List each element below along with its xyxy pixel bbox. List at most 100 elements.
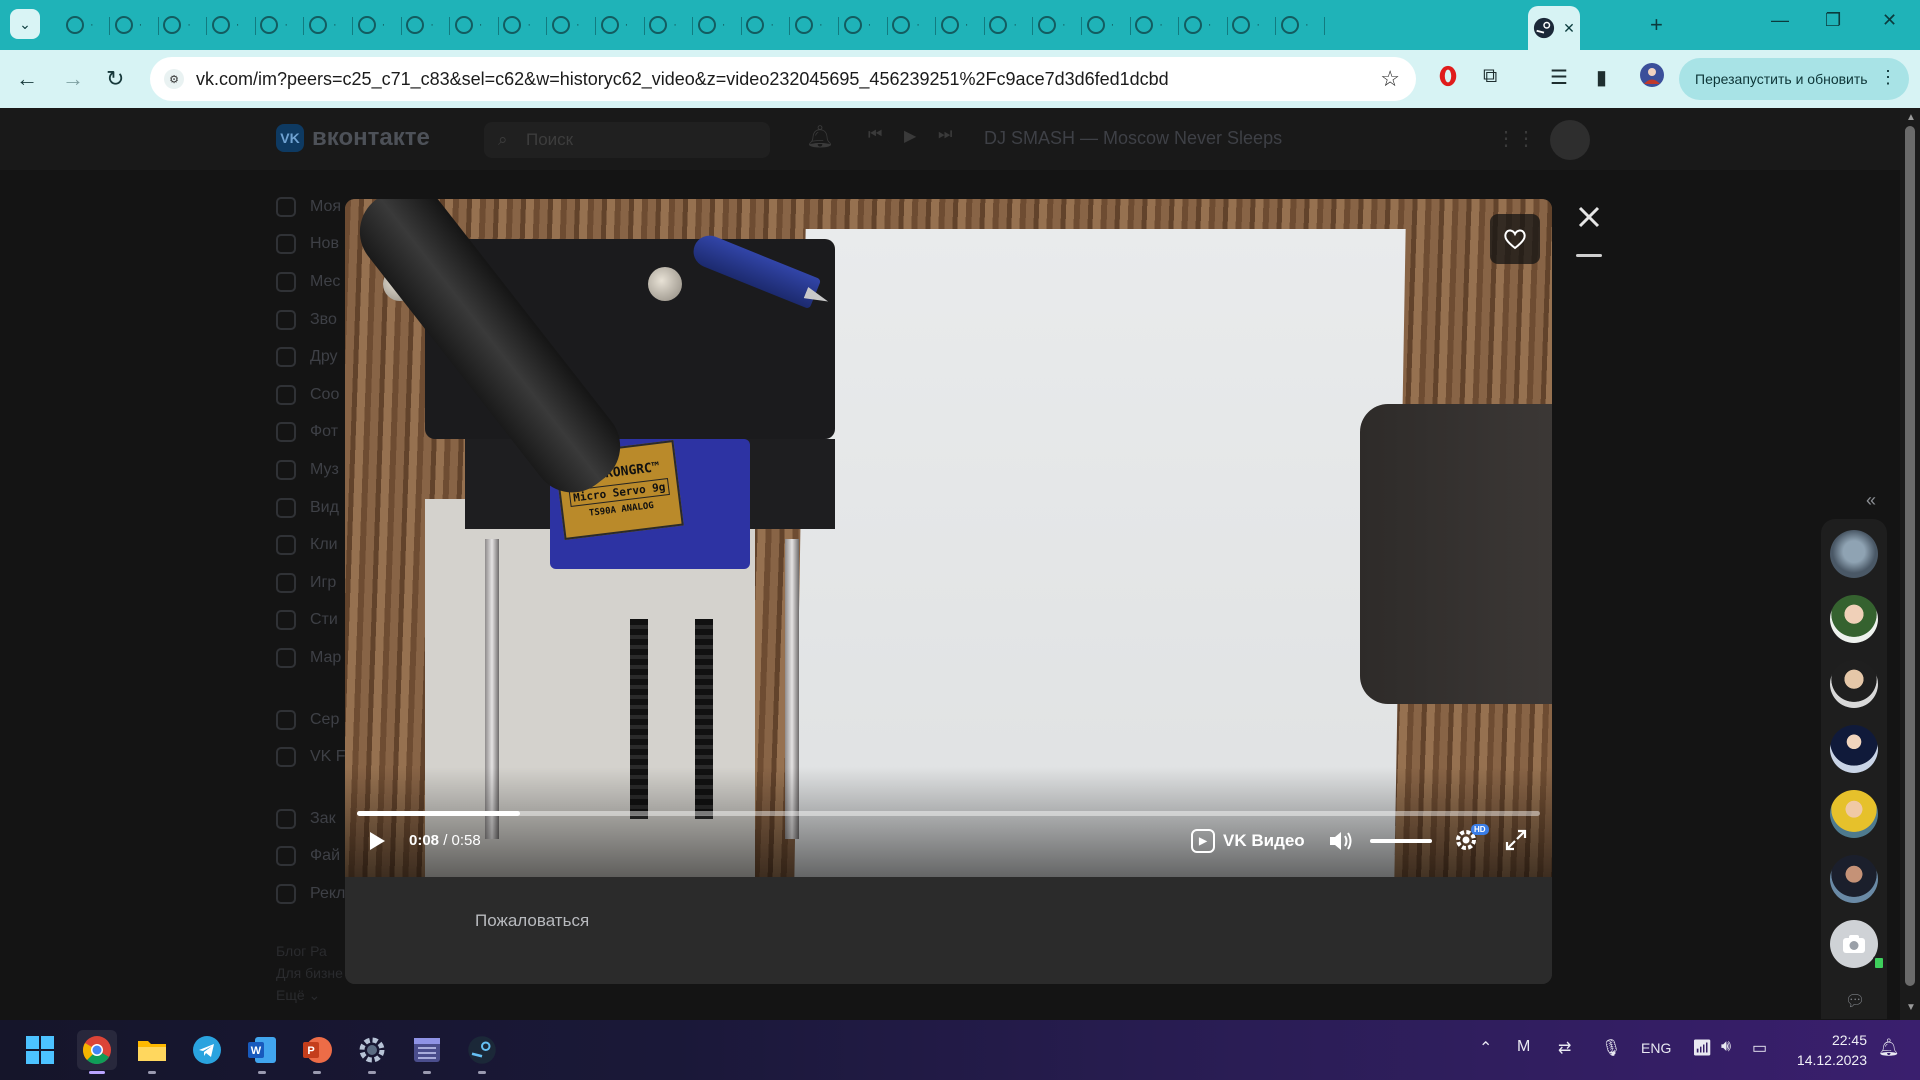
browser-tab[interactable]: · bbox=[445, 9, 499, 41]
play-button[interactable] bbox=[365, 827, 389, 855]
browser-tab[interactable]: · bbox=[688, 9, 742, 41]
chat-bubble-icon[interactable]: 💬︎ bbox=[1845, 991, 1865, 1011]
volume-button[interactable] bbox=[1328, 829, 1354, 858]
vk-video-link[interactable]: ▶ VK Видео bbox=[1191, 829, 1305, 853]
browser-tab[interactable]: · bbox=[493, 9, 548, 41]
browser-tab[interactable]: · bbox=[882, 9, 937, 41]
close-icon[interactable]: · bbox=[139, 19, 143, 31]
media-control-icon[interactable]: ☰ bbox=[1550, 65, 1568, 90]
vk-search-input[interactable]: ⌕ Поиск bbox=[484, 122, 770, 158]
site-info-icon[interactable]: ⚙ bbox=[164, 69, 184, 89]
browser-tab[interactable]: · bbox=[153, 9, 208, 41]
side-panel-icon[interactable]: ▮ bbox=[1596, 65, 1607, 90]
browser-tab[interactable]: · bbox=[105, 9, 159, 41]
video-frame[interactable]: TIANKONGRC™ Micro Servo 9g TS90A ANALOG … bbox=[345, 199, 1552, 877]
tab-search-button[interactable]: ⌄ bbox=[10, 9, 40, 39]
taskbar-calendar-app[interactable] bbox=[407, 1030, 447, 1074]
chat-avatar-6[interactable] bbox=[1830, 855, 1878, 903]
close-icon[interactable]: · bbox=[722, 19, 726, 31]
browser-tab[interactable]: · bbox=[979, 9, 1034, 41]
close-icon[interactable]: · bbox=[236, 19, 240, 31]
chat-avatar-camera[interactable] bbox=[1830, 920, 1885, 970]
extensions-icon[interactable]: ⧉ bbox=[1483, 65, 1497, 88]
chat-avatar-1[interactable] bbox=[1830, 530, 1878, 578]
bookmark-star-icon[interactable]: ☆ bbox=[1380, 66, 1400, 92]
vk-logo[interactable]: VK вконтакте bbox=[276, 124, 430, 152]
browser-tab[interactable]: · bbox=[396, 9, 451, 41]
taskbar-telegram[interactable] bbox=[187, 1030, 227, 1070]
notification-bell-icon[interactable]: 🔔︎ bbox=[1878, 1038, 1900, 1058]
wifi-icon[interactable]: 📶︎ bbox=[1692, 1038, 1712, 1058]
chat-avatar-4[interactable] bbox=[1830, 725, 1878, 773]
close-icon[interactable]: · bbox=[819, 19, 823, 31]
browser-tab[interactable]: · bbox=[1271, 9, 1325, 41]
browser-tab[interactable]: · bbox=[834, 9, 888, 41]
minimize-window-button[interactable]: — bbox=[1771, 10, 1789, 31]
close-icon[interactable]: · bbox=[916, 19, 920, 31]
close-icon[interactable]: · bbox=[770, 19, 774, 31]
next-track-icon[interactable]: ⏭ bbox=[938, 126, 952, 144]
close-icon[interactable]: · bbox=[868, 19, 872, 31]
close-icon[interactable]: · bbox=[1013, 19, 1017, 31]
minimize-modal-button[interactable] bbox=[1576, 254, 1602, 257]
footer-more-link[interactable]: Ещё ⌄ bbox=[276, 984, 343, 1006]
chat-avatar-3[interactable] bbox=[1830, 660, 1878, 708]
taskbar-file-explorer[interactable] bbox=[132, 1030, 172, 1074]
system-clock[interactable]: 22:45 14.12.2023 bbox=[1793, 1030, 1867, 1070]
close-icon[interactable]: · bbox=[1062, 19, 1066, 31]
browser-tab[interactable]: · bbox=[250, 9, 305, 41]
microphone-icon[interactable]: 🎙︎ bbox=[1601, 1038, 1621, 1058]
windows-start-button[interactable] bbox=[20, 1030, 60, 1070]
close-icon[interactable]: · bbox=[430, 19, 434, 31]
browser-tab[interactable]: · bbox=[736, 9, 791, 41]
browser-tab[interactable]: · bbox=[639, 9, 694, 41]
footer-business-link[interactable]: Для бизне bbox=[276, 962, 343, 984]
browser-tab[interactable]: · bbox=[56, 9, 110, 41]
browser-tab[interactable]: · bbox=[348, 9, 402, 41]
back-button[interactable]: ← bbox=[16, 66, 38, 92]
close-icon[interactable]: · bbox=[1305, 19, 1309, 31]
new-tab-button[interactable]: + bbox=[1650, 12, 1663, 38]
tab-active[interactable]: ✕ bbox=[1528, 6, 1580, 50]
vk-apps-grid-icon[interactable]: ⋮⋮ bbox=[1496, 126, 1536, 151]
scroll-down-arrow-icon[interactable]: ▼ bbox=[1906, 1002, 1916, 1013]
page-scrollbar[interactable]: ▲ ▼ bbox=[1900, 108, 1920, 1020]
relaunch-update-button[interactable]: Перезапустить и обновить ⋮ bbox=[1679, 58, 1909, 100]
tray-speaker-icon[interactable]: 🔊︎ bbox=[1721, 1038, 1731, 1056]
browser-tab[interactable]: · bbox=[1077, 9, 1131, 41]
profile-avatar-icon[interactable] bbox=[1639, 62, 1665, 94]
close-icon[interactable]: · bbox=[1111, 19, 1115, 31]
show-hidden-icons-chevron-icon[interactable]: ⌃ bbox=[1479, 1038, 1492, 1058]
close-icon[interactable]: · bbox=[382, 19, 386, 31]
tray-gmail-icon[interactable]: M bbox=[1517, 1038, 1530, 1056]
browser-tab[interactable]: · bbox=[202, 9, 256, 41]
close-icon[interactable]: · bbox=[625, 19, 629, 31]
battery-icon[interactable]: ▭ bbox=[1752, 1038, 1767, 1058]
scroll-up-arrow-icon[interactable]: ▲ bbox=[1906, 112, 1916, 123]
notifications-bell-icon[interactable]: 🔔︎ bbox=[806, 124, 834, 150]
close-icon[interactable]: · bbox=[284, 19, 288, 31]
scroll-thumb[interactable] bbox=[1905, 126, 1915, 986]
browser-tab[interactable]: · bbox=[785, 9, 839, 41]
close-icon[interactable]: · bbox=[965, 19, 969, 31]
input-language[interactable]: ENG bbox=[1641, 1040, 1671, 1056]
like-button[interactable] bbox=[1490, 214, 1540, 264]
browser-tab[interactable]: · bbox=[1174, 9, 1228, 41]
browser-tab[interactable]: · bbox=[1125, 9, 1180, 41]
fullscreen-button[interactable] bbox=[1505, 829, 1527, 856]
tray-network-activity-icon[interactable]: ⇄ bbox=[1558, 1038, 1571, 1058]
close-icon[interactable]: · bbox=[1159, 19, 1163, 31]
taskbar-chrome[interactable] bbox=[77, 1030, 117, 1074]
browser-tab[interactable]: · bbox=[931, 9, 985, 41]
collapse-chats-icon[interactable]: « bbox=[1866, 490, 1876, 511]
volume-slider[interactable] bbox=[1370, 839, 1432, 843]
taskbar-powerpoint[interactable]: P bbox=[297, 1030, 337, 1074]
close-icon[interactable]: · bbox=[527, 19, 531, 31]
close-icon[interactable]: · bbox=[187, 19, 191, 31]
now-playing-track[interactable]: DJ SMASH — Moscow Never Sleeps bbox=[984, 128, 1282, 149]
taskbar-steam[interactable] bbox=[462, 1030, 502, 1074]
play-track-icon[interactable]: ▶ bbox=[904, 126, 916, 146]
close-icon[interactable]: · bbox=[1256, 19, 1260, 31]
close-icon[interactable]: · bbox=[576, 19, 580, 31]
footer-links[interactable]: Блог Ра bbox=[276, 940, 343, 962]
